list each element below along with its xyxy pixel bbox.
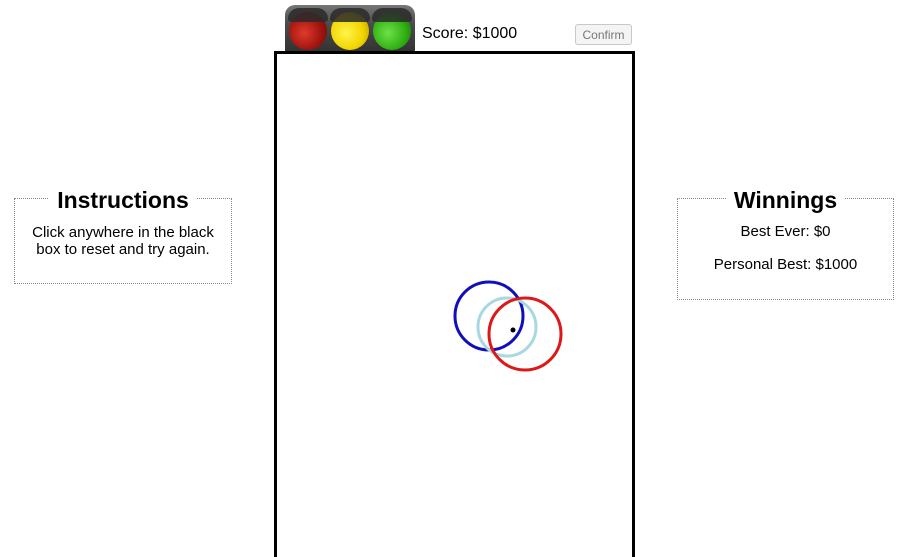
red-circle <box>487 296 563 372</box>
winnings-title: Winnings <box>725 187 846 213</box>
score-display: Score: $1000 <box>422 25 518 42</box>
target-dot <box>510 327 516 333</box>
light-visor <box>372 8 412 22</box>
game-page: Score: $1000 Confirm Instructions Click … <box>0 0 904 557</box>
instructions-line: Click anywhere in the black <box>32 224 214 241</box>
light-visor <box>330 8 370 22</box>
game-svg <box>453 280 563 372</box>
instructions-panel: Instructions Click anywhere in the black… <box>14 187 232 284</box>
personal-best: Personal Best: $1000 <box>713 256 858 273</box>
light-visor <box>288 8 328 22</box>
best-ever: Best Ever: $0 <box>740 223 831 240</box>
light-blue-circle <box>476 296 538 358</box>
traffic-light <box>285 5 415 51</box>
instructions-title: Instructions <box>49 187 197 213</box>
confirm-button[interactable]: Confirm <box>575 24 632 45</box>
winnings-panel: Winnings Best Ever: $0 Personal Best: $1… <box>677 187 894 300</box>
instructions-line: box to reset and try again. <box>36 241 210 258</box>
game-canvas[interactable] <box>274 51 635 557</box>
